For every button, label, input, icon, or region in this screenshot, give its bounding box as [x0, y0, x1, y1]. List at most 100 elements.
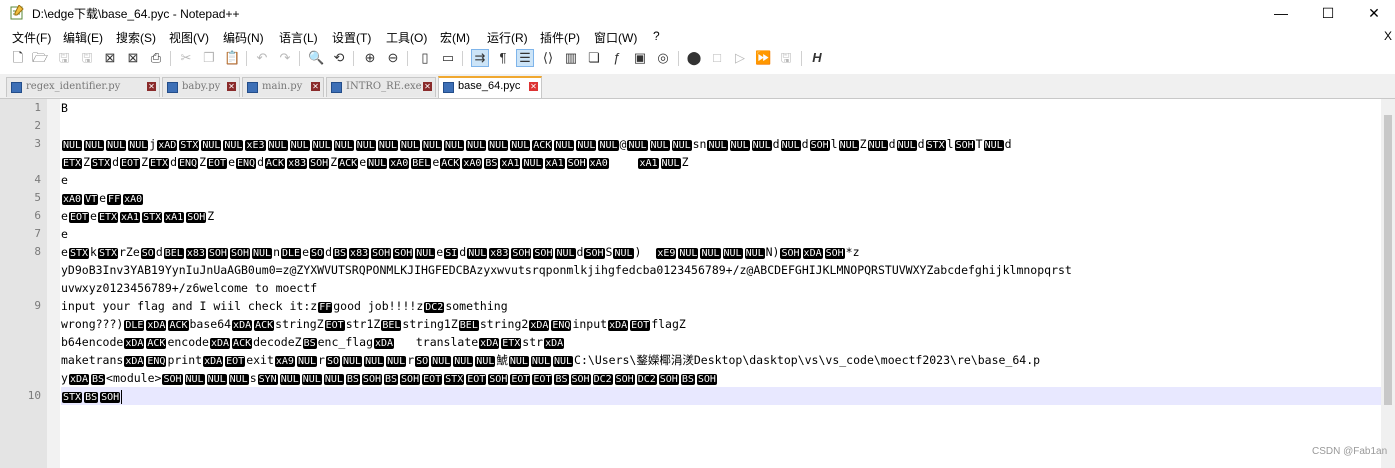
code-line: e [61, 173, 68, 187]
line-number-gutter: 1 2 3 4 5 6 7 8 9 10 [0, 99, 47, 468]
tab-close-icon[interactable]: ✕ [227, 82, 236, 91]
close-all-icon[interactable]: ⊠ [125, 50, 141, 66]
toolbar-separator [462, 51, 463, 66]
scrollbar-thumb[interactable] [1384, 115, 1392, 405]
editor[interactable]: 1 2 3 4 5 6 7 8 9 10 B NUL NUL NUL NUL j xAD S… [0, 99, 1395, 468]
code-text: B [61, 101, 68, 115]
tab-label: baby.py [182, 81, 221, 92]
window-title: D:\edge下载\base_64.pyc - Notepad++ [32, 7, 240, 21]
zoom-in-icon[interactable]: ⊕ [362, 50, 378, 66]
line-number: 8 [34, 245, 41, 258]
indent-guide-icon[interactable]: ☰ [516, 49, 534, 67]
code-text: str1Z [345, 317, 381, 331]
file-icon [331, 82, 342, 93]
function-list-icon[interactable]: ƒ [609, 50, 625, 66]
maximize-button[interactable]: ☐ [1305, 0, 1351, 26]
code-text: wrong???) [61, 317, 124, 331]
tab-close-icon[interactable]: ✕ [147, 82, 156, 91]
text-cursor [121, 389, 123, 404]
tab-regex-identifier[interactable]: regex_identifier.py ✕ [6, 77, 160, 97]
menu-edit[interactable]: 编辑(E) [63, 29, 103, 46]
tab-base64[interactable]: base_64.pyc ✕ [438, 76, 542, 98]
code-text: good job!!!!z [333, 299, 424, 313]
code-line: e EOT e ETX xA1 STX xA1 SOH Z [61, 209, 215, 223]
code-text: flagZ [651, 317, 686, 331]
code-line: y xDA BS <module> SOH NUL NUL NUL s SYN NUL NUL NUL B… [61, 371, 717, 385]
open-file-icon[interactable]: 🗁 [32, 50, 48, 66]
menu-plugins[interactable]: 插件(P) [540, 29, 580, 46]
line-number: 9 [34, 299, 41, 312]
minimize-button[interactable]: — [1258, 0, 1304, 26]
paste-icon[interactable]: 📋 [224, 50, 240, 66]
redo-icon[interactable]: ↷ [277, 50, 293, 66]
document-map-icon[interactable]: ▥ [563, 50, 579, 66]
toolbar-separator [246, 51, 247, 66]
replace-icon[interactable]: ⟲ [331, 50, 347, 66]
copy-icon[interactable]: ❐ [201, 50, 217, 66]
hex-editor-icon[interactable]: H [809, 50, 825, 66]
code-text: yD9oB3Inv3YAB19YynIuJnUaAGB0um0=z@ZYXWVU… [61, 263, 1072, 277]
tab-label: base_64.pyc [458, 80, 521, 92]
tab-close-icon[interactable]: ✕ [423, 82, 432, 91]
undo-icon[interactable]: ↶ [254, 50, 270, 66]
tab-intro-re[interactable]: INTRO_RE.exe ✕ [326, 77, 436, 97]
line-number: 5 [34, 191, 41, 204]
code-text: input [572, 317, 608, 331]
tab-main[interactable]: main.py ✕ [242, 77, 324, 97]
title-bar: D:\edge下载\base_64.pyc - Notepad++ — ☐ ✕ [0, 0, 1395, 26]
save-macro-icon[interactable]: 🖫 [778, 50, 794, 66]
file-icon [247, 82, 258, 93]
close-file-icon[interactable]: ⊠ [102, 50, 118, 66]
menu-view[interactable]: 视图(V) [169, 29, 209, 46]
close-button[interactable]: ✕ [1351, 0, 1395, 26]
line-number: 3 [34, 137, 41, 150]
menu-tools[interactable]: 工具(O) [386, 29, 427, 46]
show-all-characters-icon[interactable]: ¶ [495, 50, 511, 66]
save-icon[interactable]: 🖫 [56, 50, 72, 66]
menu-language[interactable]: 语言(L) [279, 29, 318, 46]
menu-file[interactable]: 文件(F) [12, 29, 51, 46]
code-text: str [522, 335, 544, 349]
new-file-icon[interactable]: 🗋 [10, 50, 26, 66]
record-macro-icon[interactable]: ⬤ [686, 50, 702, 66]
menu-close-button[interactable]: X [1384, 29, 1392, 43]
toolbar-separator [170, 51, 171, 66]
xml-tag-icon[interactable]: ⟨⟩ [540, 50, 556, 66]
run-macro-multiple-icon[interactable]: ⏩ [755, 50, 771, 66]
menu-run[interactable]: 运行(R) [487, 29, 528, 46]
folder-workspace-icon[interactable]: ▣ [632, 50, 648, 66]
code-line: xA0 VT e FF xA0 [62, 191, 144, 205]
menu-search[interactable]: 搜索(S) [116, 29, 156, 46]
code-line: ETX Z STX d EOT Z ETX d ENQ Z EOT e ENQ d ACK x83 SOH Z AC… [62, 155, 689, 169]
word-wrap-icon[interactable]: ⇉ [471, 49, 489, 67]
zoom-out-icon[interactable]: ⊖ [385, 50, 401, 66]
vertical-scrollbar[interactable] [1381, 99, 1395, 468]
menu-window[interactable]: 窗口(W) [594, 29, 637, 46]
cut-icon[interactable]: ✂ [178, 50, 194, 66]
file-icon [443, 82, 454, 93]
tab-close-icon[interactable]: ✕ [311, 82, 320, 91]
code-line: maketrans xDA ENQ print xDA EOT exit xA9 NUL r SO N… [61, 353, 1041, 367]
menu-help[interactable]: ? [653, 29, 660, 43]
code-text: input your flag and I wiil check it:z [61, 299, 318, 313]
sync-vertical-icon[interactable]: ▯ [417, 50, 433, 66]
line-number: 10 [27, 389, 41, 402]
menu-macro[interactable]: 宏(M) [440, 29, 470, 46]
menu-settings[interactable]: 设置(T) [332, 29, 371, 46]
toolbar-separator [299, 51, 300, 66]
tab-baby[interactable]: baby.py ✕ [162, 77, 240, 97]
play-macro-icon[interactable]: ▷ [732, 50, 748, 66]
code-line: B [61, 100, 68, 117]
sync-horizontal-icon[interactable]: ▭ [440, 50, 456, 66]
print-icon[interactable]: ⎙ [148, 50, 164, 66]
document-list-icon[interactable]: ❏ [586, 50, 602, 66]
tab-close-icon[interactable]: ✕ [529, 82, 538, 91]
save-all-icon[interactable]: 🖫 [79, 50, 95, 66]
code-line: STX BS SOH [61, 388, 123, 405]
stop-macro-icon[interactable]: □ [709, 50, 725, 66]
find-icon[interactable]: 🔍 [308, 50, 324, 66]
monitoring-icon[interactable]: ◎ [655, 50, 671, 66]
line-number: 7 [34, 227, 41, 240]
menu-encoding[interactable]: 编码(N) [223, 29, 264, 46]
tab-bar: regex_identifier.py ✕ baby.py ✕ main.py … [0, 74, 1395, 99]
